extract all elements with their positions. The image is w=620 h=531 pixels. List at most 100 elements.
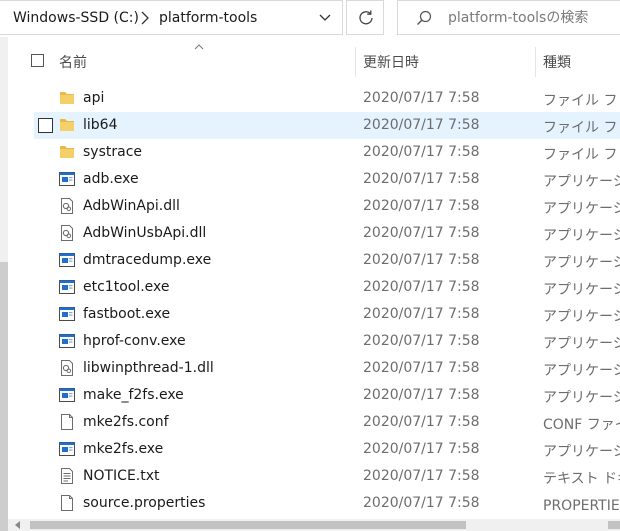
file-date: 2020/07/17 7:58 — [363, 306, 480, 322]
file-row[interactable]: mke2fs.exe 2020/07/17 7:58 アプリケーション — [34, 436, 620, 463]
file-type: ファイル フォルダー — [543, 147, 620, 163]
file-date: 2020/07/17 7:58 — [363, 333, 480, 349]
file-date: 2020/07/17 7:58 — [363, 414, 480, 430]
file-name[interactable]: systrace — [83, 144, 142, 160]
file-row[interactable]: adb.exe 2020/07/17 7:58 アプリケーション — [34, 166, 620, 193]
file-name[interactable]: api — [83, 90, 104, 106]
chevron-down-icon[interactable] — [319, 13, 331, 23]
file-type: アプリケーション — [543, 255, 620, 271]
file-name[interactable]: lib64 — [83, 117, 117, 133]
file-name[interactable]: hprof-conv.exe — [83, 333, 186, 349]
file-date: 2020/07/17 7:58 — [363, 171, 480, 187]
file-row[interactable]: AdbWinApi.dll 2020/07/17 7:58 アプリケーション拡張 — [34, 193, 620, 220]
file-type: テキスト ドキュメント — [543, 471, 620, 487]
column-type-header[interactable]: 種類 — [543, 52, 571, 72]
column-date-header[interactable]: 更新日時 — [363, 52, 419, 72]
exe-icon — [57, 250, 77, 270]
dll-icon — [57, 358, 77, 378]
file-date: 2020/07/17 7:58 — [363, 144, 480, 160]
search-box[interactable] — [397, 0, 620, 35]
file-row[interactable]: make_f2fs.exe 2020/07/17 7:58 アプリケーション — [34, 382, 620, 409]
file-date: 2020/07/17 7:58 — [363, 198, 480, 214]
text-file-icon — [57, 466, 77, 486]
file-name[interactable]: AdbWinApi.dll — [83, 198, 180, 214]
exe-icon — [57, 331, 77, 351]
refresh-button[interactable] — [346, 0, 384, 35]
horizontal-scrollbar[interactable] — [8, 519, 620, 531]
file-name[interactable]: make_f2fs.exe — [83, 387, 184, 403]
file-type: アプリケーション — [543, 282, 620, 298]
folder-icon — [57, 88, 77, 108]
dll-icon — [57, 223, 77, 243]
file-row[interactable]: fastboot.exe 2020/07/17 7:58 アプリケーション — [34, 301, 620, 328]
file-list: api 2020/07/17 7:58 ファイル フォルダー lib64 2020/07… — [8, 85, 620, 519]
folder-icon — [57, 115, 77, 135]
file-type: CONF ファイル — [543, 417, 620, 433]
search-input[interactable] — [448, 8, 618, 28]
file-row[interactable]: dmtracedump.exe 2020/07/17 7:58 アプリケーション — [34, 247, 620, 274]
address-toolbar: Windows-SSD (C:) platform-tools — [0, 0, 620, 37]
column-name-header[interactable]: 名前 — [59, 52, 87, 72]
file-date: 2020/07/17 7:58 — [363, 90, 480, 106]
file-row[interactable]: hprof-conv.exe 2020/07/17 7:58 アプリケーション — [34, 328, 620, 355]
scroll-left-arrow-icon[interactable] — [14, 521, 22, 529]
search-icon — [417, 10, 432, 25]
file-name[interactable]: mke2fs.exe — [83, 441, 163, 457]
file-date: 2020/07/17 7:58 — [363, 117, 480, 133]
file-row[interactable]: source.properties 2020/07/17 7:58 PROPERTI… — [34, 490, 620, 517]
file-name[interactable]: source.properties — [83, 495, 205, 511]
file-name[interactable]: AdbWinUsbApi.dll — [83, 225, 206, 241]
file-type: アプリケーション — [543, 444, 620, 460]
file-name[interactable]: libwinpthread-1.dll — [83, 360, 214, 376]
file-row[interactable]: systrace 2020/07/17 7:58 ファイル フォルダー — [34, 139, 620, 166]
column-divider[interactable] — [355, 47, 356, 77]
file-name[interactable]: adb.exe — [83, 171, 139, 187]
file-type: アプリケーション拡張 — [543, 201, 620, 217]
file-type: ファイル フォルダー — [543, 120, 620, 136]
file-date: 2020/07/17 7:58 — [363, 441, 480, 457]
exe-icon — [57, 277, 77, 297]
breadcrumb-folder[interactable]: platform-tools — [159, 10, 257, 26]
file-row[interactable]: etc1tool.exe 2020/07/17 7:58 アプリケーション — [34, 274, 620, 301]
dll-icon — [57, 196, 77, 216]
file-type: アプリケーション — [543, 309, 620, 325]
file-date: 2020/07/17 7:58 — [363, 252, 480, 268]
breadcrumb-drive[interactable]: Windows-SSD (C:) — [13, 10, 139, 26]
chevron-right-icon[interactable] — [141, 11, 149, 25]
file-row[interactable]: mke2fs.conf 2020/07/17 7:58 CONF ファイル — [34, 409, 620, 436]
file-row[interactable]: AdbWinUsbApi.dll 2020/07/17 7:58 アプリケーション拡… — [34, 220, 620, 247]
file-row[interactable]: lib64 2020/07/17 7:58 ファイル フォルダー — [34, 112, 620, 139]
column-header: 名前 更新日時 種類 — [8, 37, 620, 85]
scrollbar-thumb-end[interactable] — [608, 521, 620, 529]
exe-icon — [57, 169, 77, 189]
file-row[interactable]: NOTICE.txt 2020/07/17 7:58 テキスト ドキュメント — [34, 463, 620, 490]
file-date: 2020/07/17 7:58 — [363, 360, 480, 376]
row-checkbox[interactable] — [38, 118, 53, 133]
file-type: アプリケーション拡張 — [543, 228, 620, 244]
address-bar[interactable]: Windows-SSD (C:) platform-tools — [0, 0, 343, 35]
file-name[interactable]: mke2fs.conf — [83, 414, 169, 430]
refresh-icon — [359, 10, 373, 25]
sort-ascending-icon — [194, 44, 204, 50]
exe-icon — [57, 385, 77, 405]
file-type: アプリケーション — [543, 390, 620, 406]
file-name[interactable]: NOTICE.txt — [83, 468, 160, 484]
file-name[interactable]: fastboot.exe — [83, 306, 170, 322]
file-icon — [57, 493, 77, 513]
file-date: 2020/07/17 7:58 — [363, 495, 480, 511]
navigation-pane-scrollbar[interactable] — [0, 37, 8, 531]
file-date: 2020/07/17 7:58 — [363, 225, 480, 241]
scrollbar-thumb[interactable] — [30, 521, 466, 529]
scrollbar-thumb[interactable] — [0, 262, 8, 531]
file-name[interactable]: etc1tool.exe — [83, 279, 170, 295]
file-type: アプリケーション — [543, 336, 620, 352]
file-row[interactable]: libwinpthread-1.dll 2020/07/17 7:58 アプリケーシ… — [34, 355, 620, 382]
file-type: アプリケーション — [543, 174, 620, 190]
column-divider[interactable] — [535, 47, 536, 77]
file-row[interactable]: api 2020/07/17 7:58 ファイル フォルダー — [34, 85, 620, 112]
file-name[interactable]: dmtracedump.exe — [83, 252, 211, 268]
file-date: 2020/07/17 7:58 — [363, 279, 480, 295]
file-type: PROPERTIES ファイル — [543, 498, 620, 514]
select-all-checkbox[interactable] — [31, 54, 44, 67]
file-date: 2020/07/17 7:58 — [363, 468, 480, 484]
